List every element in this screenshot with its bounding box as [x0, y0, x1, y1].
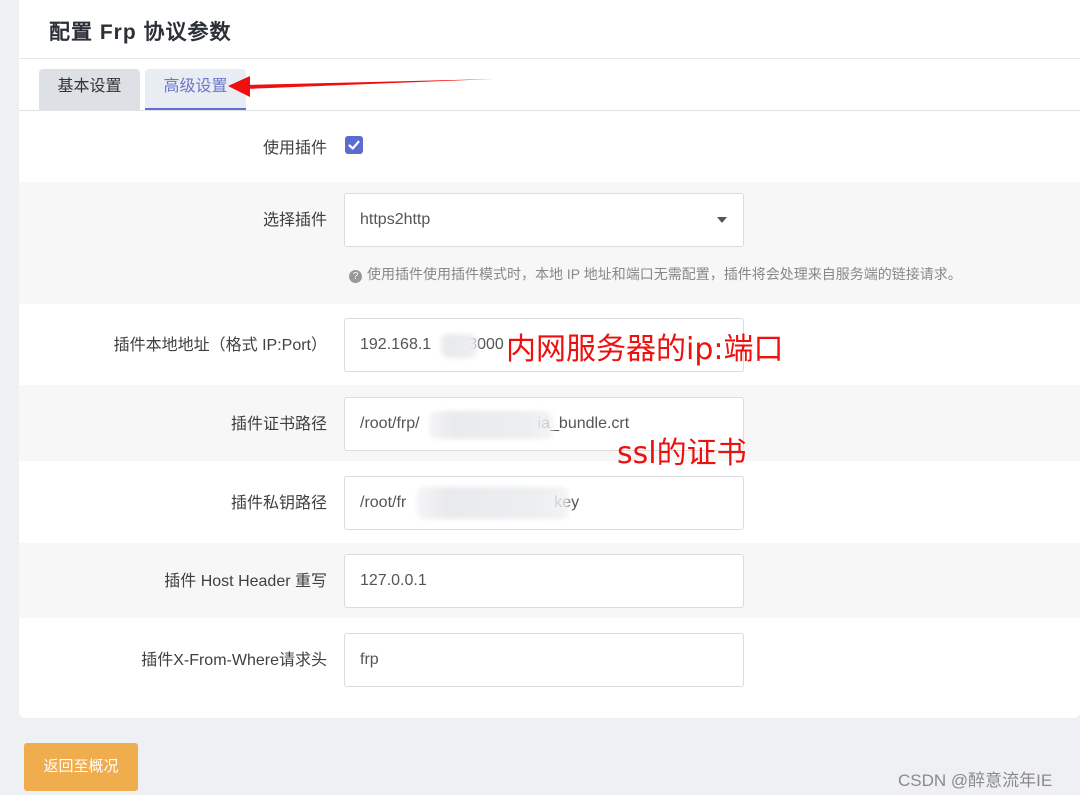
watermark: CSDN @醉意流年IE — [898, 771, 1053, 790]
back-to-overview-button[interactable]: 返回至概况 — [24, 743, 138, 791]
annotation-arrow-icon — [228, 76, 494, 97]
